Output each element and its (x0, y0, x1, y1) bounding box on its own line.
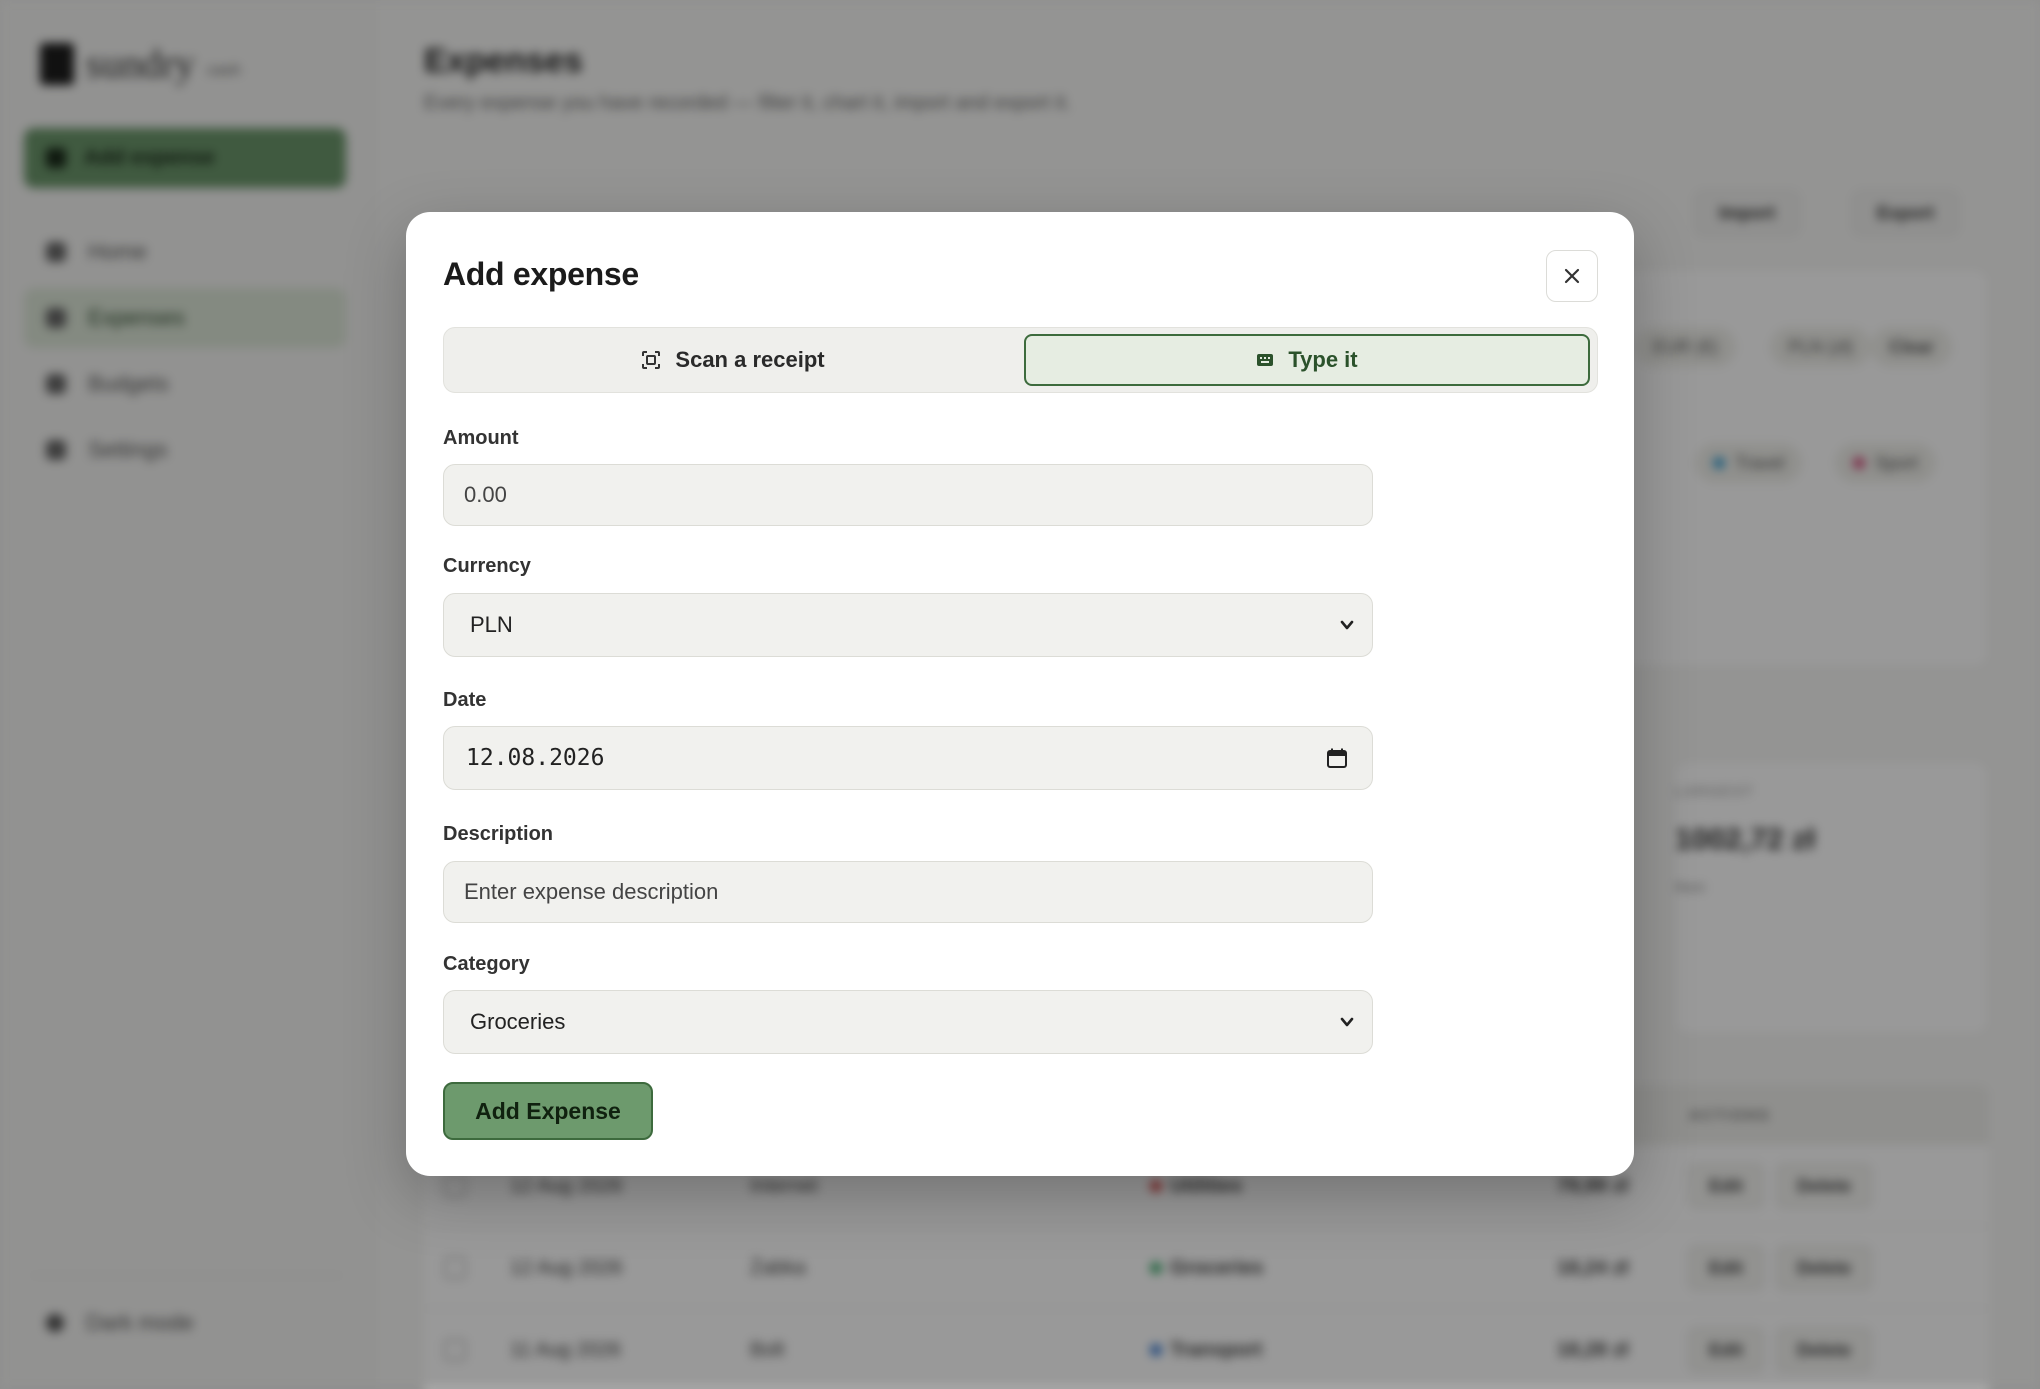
chevron-down-icon (1340, 620, 1354, 630)
tab-label: Type it (1288, 347, 1358, 372)
description-input[interactable]: Enter expense description (443, 861, 1373, 923)
close-button[interactable] (1546, 250, 1598, 302)
category-select[interactable]: Groceries (443, 990, 1373, 1054)
date-label: Date (443, 689, 487, 711)
dialog-title: Add expense (443, 256, 639, 292)
date-input[interactable]: 12.08.2026 (443, 726, 1373, 790)
category-value: Groceries (470, 1009, 566, 1034)
amount-label: Amount (443, 427, 519, 449)
chevron-down-icon (1340, 1017, 1354, 1027)
entry-mode-tabs: Scan a receipt Type it (443, 327, 1598, 393)
currency-select[interactable]: PLN (443, 593, 1373, 657)
tab-scan-receipt[interactable]: Scan a receipt (450, 334, 1016, 386)
calendar-icon (1327, 748, 1347, 768)
currency-label: Currency (443, 555, 531, 577)
amount-input[interactable]: 0.00 (443, 464, 1373, 526)
category-label: Category (443, 953, 530, 975)
tab-label: Scan a receipt (675, 347, 825, 372)
currency-value: PLN (470, 612, 513, 637)
date-value: 12.08.2026 (466, 745, 605, 771)
description-label: Description (443, 823, 554, 845)
add-expense-button[interactable]: Add Expense (443, 1082, 653, 1140)
add-expense-dialog: Add expense Scan a receipt Type it Amoun… (406, 212, 1634, 1176)
scan-icon (642, 351, 661, 369)
amount-placeholder: 0.00 (464, 482, 507, 507)
close-icon (1564, 268, 1580, 284)
keyboard-icon (1257, 354, 1274, 366)
tab-type-it[interactable]: Type it (1024, 334, 1590, 386)
description-placeholder: Enter expense description (464, 879, 719, 904)
